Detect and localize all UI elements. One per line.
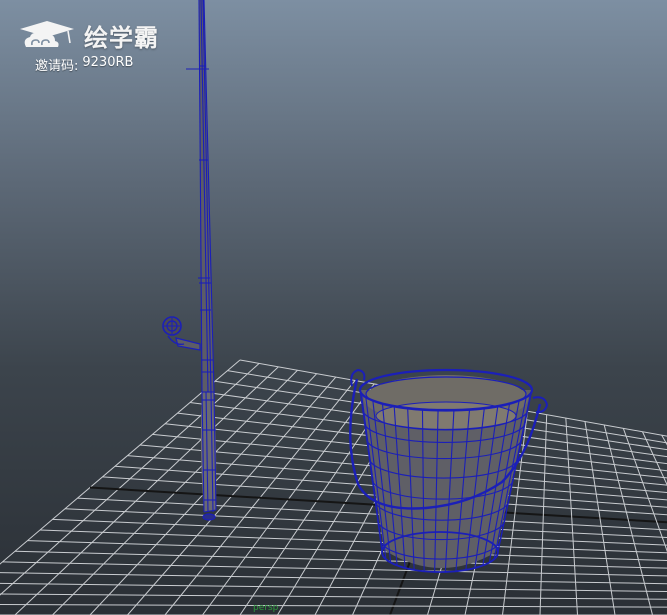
brand-name: 绘学霸 xyxy=(84,24,159,52)
bucket-mesh[interactable] xyxy=(349,368,549,573)
invite-code-line: 邀请码: 9230RB xyxy=(35,55,133,74)
bucket-ear-left xyxy=(350,368,366,387)
invite-code: 9230RB xyxy=(82,55,134,70)
grid-line xyxy=(0,593,667,600)
fishing-reel[interactable] xyxy=(162,316,201,351)
watermark-logo: 绘学霸 xyxy=(18,18,159,53)
maya-perspective-viewport[interactable]: 绘学霸 邀请码: 9230RB persp xyxy=(0,0,667,615)
grid-line xyxy=(2,561,667,577)
grid-line xyxy=(0,604,667,608)
cloud-mortarboard-icon xyxy=(20,20,74,47)
grid-line xyxy=(661,434,667,446)
grid-line xyxy=(642,431,667,486)
grid-line xyxy=(0,582,667,592)
rod-butt-cap xyxy=(202,513,216,521)
ground-grid xyxy=(0,359,667,615)
invite-label: 邀请码: xyxy=(35,59,79,74)
scene-canvas[interactable] xyxy=(0,0,667,615)
camera-name-label: persp xyxy=(253,603,279,613)
grid-line xyxy=(52,518,667,546)
